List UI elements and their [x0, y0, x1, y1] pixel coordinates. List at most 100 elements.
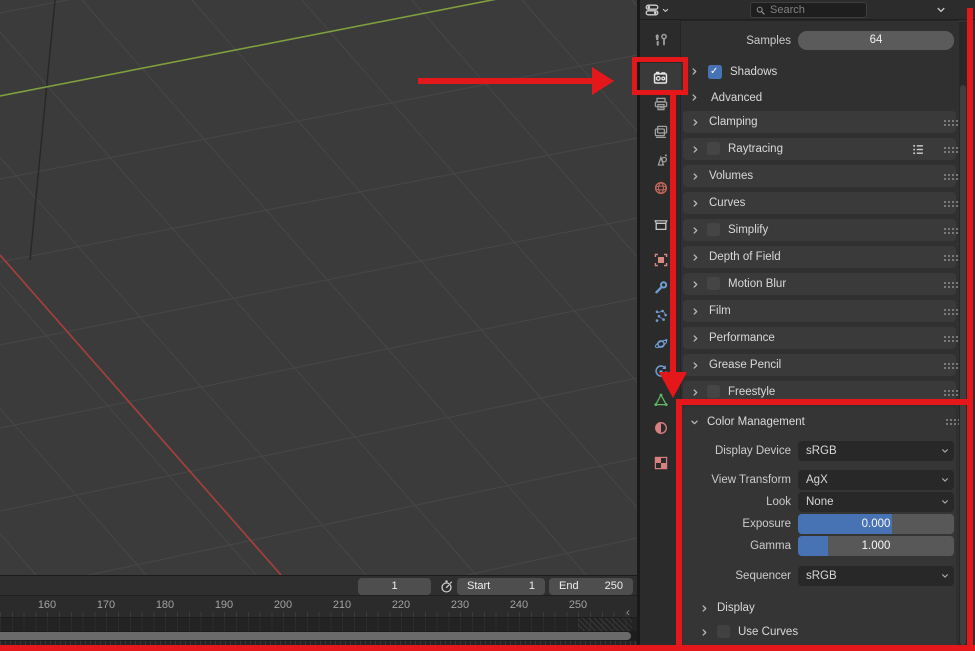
drag-handle-icon[interactable]: [944, 228, 946, 230]
drag-handle-icon[interactable]: [944, 282, 946, 284]
simplify-checkbox[interactable]: [707, 223, 720, 236]
ruler-tick-label: 250: [563, 599, 593, 611]
properties-editor-icon: [644, 2, 660, 18]
section-label: Depth of Field: [709, 247, 781, 267]
annotation-box-color-management-left: [676, 399, 682, 651]
drag-handle-icon[interactable]: [944, 390, 946, 392]
drag-handle-icon[interactable]: [944, 363, 946, 365]
chevron-right-icon: [690, 117, 701, 128]
timeline-ruler[interactable]: 160 170 180 190 200 210 220 230 240 250: [0, 596, 637, 618]
section-label: Volumes: [709, 166, 753, 186]
drag-handle-icon[interactable]: [944, 174, 946, 176]
section-label: Motion Blur: [728, 274, 786, 294]
current-frame-field[interactable]: 1: [358, 578, 431, 595]
chevron-right-icon: [690, 360, 701, 371]
ruler-tick-label: 230: [445, 599, 475, 611]
editor-type-button[interactable]: [644, 1, 680, 19]
use-curves-checkbox[interactable]: [717, 625, 730, 638]
drag-handle-icon[interactable]: [944, 147, 946, 149]
shadows-checkbox[interactable]: [708, 65, 722, 79]
preview-range-button[interactable]: [437, 578, 455, 595]
use-curves-label: Use Curves: [738, 622, 798, 642]
section-label: Raytracing: [728, 139, 783, 159]
annotation-arrow-vertical-shaft: [670, 94, 676, 372]
panel-section-motion-blur[interactable]: Motion Blur: [683, 273, 956, 295]
raytracing-checkbox[interactable]: [707, 142, 720, 155]
annotation-line-bottom-edge: [0, 645, 975, 651]
drag-handle-icon[interactable]: [944, 120, 946, 122]
look-dropdown[interactable]: None: [798, 492, 954, 512]
timeline-scroll-track[interactable]: [0, 631, 637, 641]
panel-section-clamping[interactable]: Clamping: [683, 111, 956, 133]
chevron-down-icon: [689, 417, 700, 428]
drag-handle-icon[interactable]: [944, 309, 946, 311]
sequencer-label: Sequencer: [681, 566, 791, 586]
scene-icon: [653, 152, 669, 168]
frame-start-field[interactable]: Start 1: [457, 578, 545, 595]
panel-section-simplify[interactable]: Simplify: [683, 219, 956, 241]
tab-texture[interactable]: [640, 449, 681, 477]
viewport-3d[interactable]: [0, 0, 637, 575]
drag-handle-icon[interactable]: [946, 419, 948, 421]
gamma-value: 1.000: [798, 536, 954, 556]
panel-scrollbar-thumb[interactable]: [960, 85, 966, 645]
filter-dropdown-button[interactable]: [928, 1, 954, 19]
panel-section-film[interactable]: Film: [683, 300, 956, 322]
drag-handle-icon[interactable]: [944, 255, 946, 257]
annotation-arrow-horizontal-shaft: [418, 78, 595, 84]
panel-section-grease-pencil[interactable]: Grease Pencil: [683, 354, 956, 376]
motion-blur-checkbox[interactable]: [707, 277, 720, 290]
chevron-right-icon: [690, 144, 701, 155]
gamma-slider[interactable]: 1.000: [798, 536, 954, 556]
shadows-label: Shadows: [730, 62, 777, 82]
look-value: None: [806, 496, 834, 508]
advanced-label: Advanced: [711, 88, 762, 108]
exposure-label: Exposure: [681, 514, 791, 534]
search-input[interactable]: Search: [750, 2, 867, 18]
display-device-dropdown[interactable]: sRGB: [798, 441, 954, 461]
chevron-right-icon[interactable]: [689, 66, 700, 77]
sequencer-dropdown[interactable]: sRGB: [798, 566, 954, 586]
frame-end-label: End: [559, 578, 579, 595]
frame-end-value: 250: [605, 578, 623, 595]
output-printer-icon: [653, 96, 669, 112]
frame-end-field[interactable]: End 250: [549, 578, 633, 595]
view-transform-dropdown[interactable]: AgX: [798, 470, 954, 490]
samples-field[interactable]: 64: [798, 31, 954, 50]
section-label: Grease Pencil: [709, 355, 781, 375]
section-label: Film: [709, 301, 731, 321]
exposure-value: 0.000: [798, 514, 954, 534]
tab-tool[interactable]: [640, 26, 681, 54]
drag-handle-icon[interactable]: [944, 336, 946, 338]
panel-scrollbar-track[interactable]: [959, 22, 967, 651]
freestyle-checkbox[interactable]: [707, 385, 720, 398]
drag-handle-icon[interactable]: [944, 201, 946, 203]
panel-section-depth-of-field[interactable]: Depth of Field: [683, 246, 956, 268]
panel-section-raytracing[interactable]: Raytracing: [683, 138, 956, 160]
annotation-line-right-edge: [967, 8, 973, 651]
timeline-tracks[interactable]: [0, 618, 637, 631]
chevron-down-icon: [940, 475, 950, 485]
collection-box-icon: [653, 217, 669, 233]
display-device-value: sRGB: [806, 445, 837, 457]
timeline-collapse-arrow-icon[interactable]: ‹: [626, 605, 636, 619]
exposure-slider[interactable]: 0.000: [798, 514, 954, 534]
stopwatch-icon: [439, 579, 454, 594]
chevron-right-icon: [690, 198, 701, 209]
tab-material[interactable]: [640, 414, 681, 442]
annotation-box-color-management-top: [676, 399, 973, 405]
annotation-arrow-vertical-head: [659, 372, 687, 398]
chevron-right-icon[interactable]: [689, 92, 700, 103]
panel-section-performance[interactable]: Performance: [683, 327, 956, 349]
properties-header-bar: Search: [640, 0, 975, 20]
section-label: Clamping: [709, 112, 758, 132]
chevron-right-icon: [699, 627, 710, 638]
ruler-tick-label: 240: [504, 599, 534, 611]
panel-section-volumes[interactable]: Volumes: [683, 165, 956, 187]
panel-section-curves[interactable]: Curves: [683, 192, 956, 214]
color-management-title: Color Management: [707, 412, 805, 432]
timeline-scrollbar[interactable]: [0, 632, 631, 640]
wrench-icon: [653, 280, 669, 296]
render-properties-panel: Samples 64 Shadows Advanced Clamping Ray…: [681, 20, 958, 651]
presets-list-icon[interactable]: [911, 142, 925, 156]
